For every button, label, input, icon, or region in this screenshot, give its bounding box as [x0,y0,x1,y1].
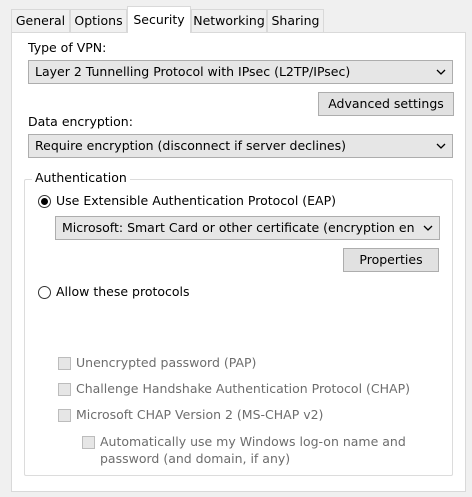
data-encryption-select[interactable]: Require encryption (disconnect if server… [28,134,453,158]
tab-sharing[interactable]: Sharing [267,9,324,33]
eap-radio-label[interactable]: Use Extensible Authentication Protocol (… [56,193,336,208]
tab-networking[interactable]: Networking [191,9,267,33]
chap-checkbox[interactable] [58,383,71,396]
tab-security-label: Security [133,12,185,27]
vpn-type-label: Type of VPN: [28,40,107,55]
auto-logon-label-line1: Automatically use my Windows log-on name… [100,434,406,449]
tab-security[interactable]: Security [127,6,191,33]
eap-radio[interactable] [38,195,51,208]
eap-method-select[interactable]: Microsoft: Smart Card or other certifica… [55,216,440,240]
pap-checkbox[interactable] [58,357,71,370]
chap-label: Challenge Handshake Authentication Proto… [76,381,410,396]
chevron-down-icon [436,69,446,75]
pap-label: Unencrypted password (PAP) [76,355,257,370]
tab-options-label: Options [74,13,123,28]
allow-protocols-label[interactable]: Allow these protocols [56,284,190,299]
properties-label: Properties [359,252,423,267]
chevron-down-icon [436,143,446,149]
vpn-type-value: Layer 2 Tunnelling Protocol with IPsec (… [35,64,351,79]
tab-general-label: General [15,13,66,28]
properties-button[interactable]: Properties [343,248,439,272]
security-panel: Type of VPN: Layer 2 Tunnelling Protocol… [11,32,466,492]
tab-options[interactable]: Options [70,9,127,33]
tab-general[interactable]: General [11,9,70,33]
advanced-settings-button[interactable]: Advanced settings [318,92,454,116]
data-encryption-value: Require encryption (disconnect if server… [35,138,346,153]
advanced-settings-label: Advanced settings [328,96,444,111]
vpn-type-select[interactable]: Layer 2 Tunnelling Protocol with IPsec (… [28,60,453,84]
auto-logon-label-line2: password (and domain, if any) [100,451,291,466]
tab-sharing-label: Sharing [271,13,320,28]
chevron-down-icon [423,225,433,231]
mschapv2-label: Microsoft CHAP Version 2 (MS-CHAP v2) [76,407,324,422]
eap-method-value: Microsoft: Smart Card or other certifica… [62,220,415,235]
data-encryption-label: Data encryption: [28,114,133,129]
authentication-legend: Authentication [32,170,130,185]
radio-selected-dot [41,198,48,205]
tab-networking-label: Networking [193,13,265,28]
auto-logon-checkbox[interactable] [82,436,95,449]
tab-strip: General Options Security Networking Shar… [0,0,472,33]
allow-protocols-radio[interactable] [38,286,51,299]
mschapv2-checkbox[interactable] [58,409,71,422]
